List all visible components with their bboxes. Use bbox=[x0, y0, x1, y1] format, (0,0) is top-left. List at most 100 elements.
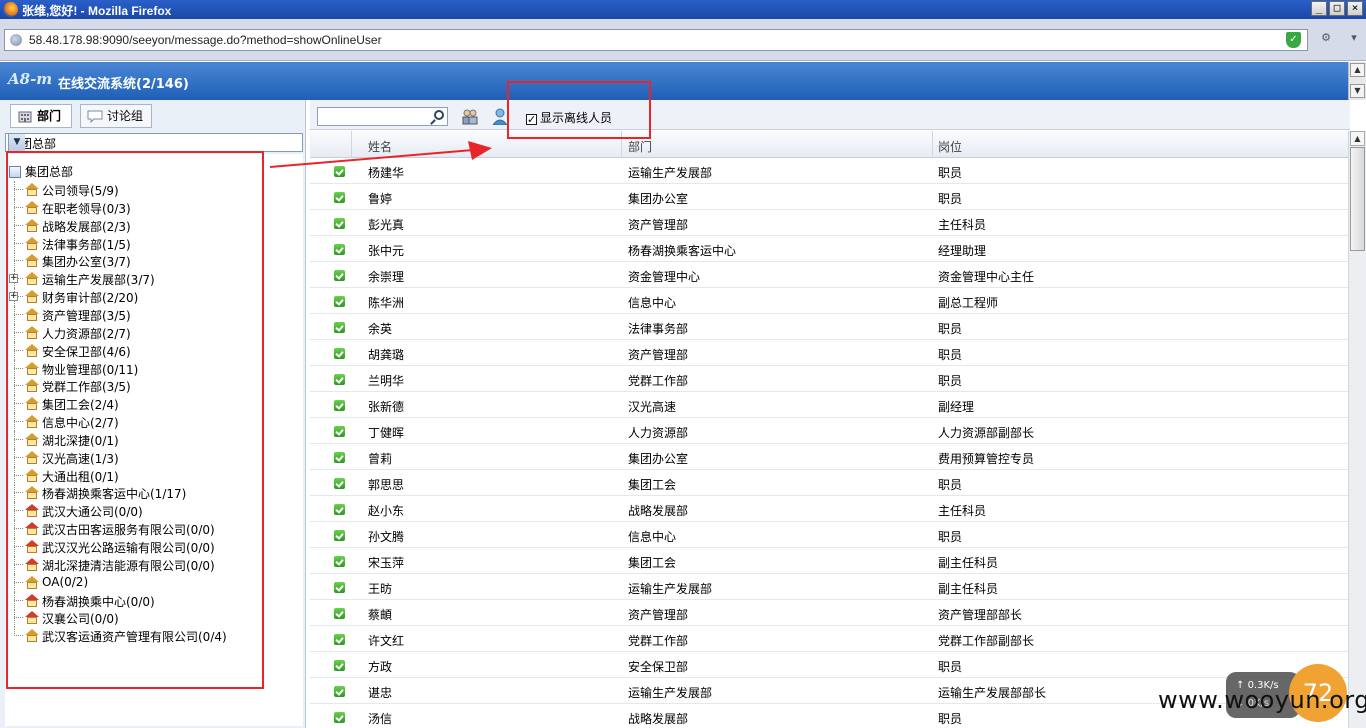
table-row[interactable]: 兰明华 党群工作部 职员 bbox=[310, 366, 1348, 392]
cell-position: 资产管理部部长 bbox=[938, 608, 1023, 622]
cell-name[interactable]: 王昉 bbox=[368, 580, 392, 597]
cell-position: 副总工程师 bbox=[938, 296, 999, 310]
table-row[interactable]: 郭思思 集团工会 职员 bbox=[310, 470, 1348, 496]
cell-department: 集团办公室 bbox=[628, 452, 689, 466]
online-status-icon bbox=[334, 296, 345, 307]
cell-name[interactable]: 丁健晖 bbox=[368, 424, 404, 441]
table-row[interactable]: 孙文腾 信息中心 职员 bbox=[310, 522, 1348, 548]
person-icon[interactable] bbox=[492, 108, 508, 125]
cell-department: 党群工作部 bbox=[628, 634, 689, 648]
online-status-icon bbox=[334, 374, 345, 385]
scroll-thumb[interactable] bbox=[1350, 147, 1365, 251]
cell-name[interactable]: 汤信 bbox=[368, 710, 392, 727]
online-status-icon bbox=[334, 608, 345, 619]
group-people-icon[interactable] bbox=[462, 108, 478, 125]
annotation-arrow bbox=[269, 141, 492, 168]
dropdown-arrow-icon[interactable]: ▾ bbox=[1346, 31, 1362, 47]
cell-department: 资产管理部 bbox=[628, 218, 689, 232]
cell-position: 职员 bbox=[938, 660, 963, 674]
cell-name[interactable]: 蔡頔 bbox=[368, 606, 392, 623]
cell-name[interactable]: 彭光真 bbox=[368, 216, 404, 233]
window-scrollbar[interactable]: ▲ ▼ bbox=[1348, 62, 1366, 100]
online-status-icon bbox=[334, 712, 345, 723]
cell-name[interactable]: 鲁婷 bbox=[368, 190, 392, 207]
tab-department-label: 部门 bbox=[37, 109, 62, 123]
table-row[interactable]: 张新德 汉光高速 副经理 bbox=[310, 392, 1348, 418]
table-row[interactable]: 宋玉萍 集团工会 副主任科员 bbox=[310, 548, 1348, 574]
window-title: 张维,您好! - Mozilla Firefox bbox=[22, 4, 172, 18]
online-status-icon bbox=[334, 478, 345, 489]
cell-department: 杨春湖换乘客运中心 bbox=[628, 244, 737, 258]
cell-department: 运输生产发展部 bbox=[628, 686, 713, 700]
cell-name[interactable]: 张中元 bbox=[368, 242, 404, 259]
cell-name[interactable]: 陈华洲 bbox=[368, 294, 404, 311]
tab-department[interactable]: 部门 bbox=[10, 104, 72, 128]
cell-department: 安全保卫部 bbox=[628, 660, 689, 674]
shield-icon[interactable]: ✓ bbox=[1286, 32, 1301, 48]
table-row[interactable]: 彭光真 资产管理部 主任科员 bbox=[310, 210, 1348, 236]
chevron-down-icon[interactable]: ▼ bbox=[8, 134, 25, 151]
cell-name[interactable]: 方政 bbox=[368, 658, 392, 675]
scroll-down-icon[interactable]: ▼ bbox=[1350, 84, 1365, 98]
right-panel: ✓ 显示离线人员 姓名 部门 岗位 杨建华 运输生产发展部 职员 鲁婷 集团办公室 职员 彭光… bbox=[310, 100, 1366, 728]
cell-name[interactable]: 谌忠 bbox=[368, 684, 392, 701]
close-button[interactable]: × bbox=[1347, 1, 1363, 16]
cell-department: 资产管理部 bbox=[628, 608, 689, 622]
cell-position: 费用预算管控专员 bbox=[938, 452, 1035, 466]
cell-name[interactable]: 胡龚璐 bbox=[368, 346, 404, 363]
cell-department: 汉光高速 bbox=[628, 400, 677, 414]
column-header-position[interactable]: 岗位 bbox=[938, 138, 962, 155]
online-status-icon bbox=[334, 348, 345, 359]
table-scrollbar[interactable]: ▲ bbox=[1348, 131, 1366, 728]
minimize-button[interactable]: _ bbox=[1311, 1, 1327, 16]
cell-name[interactable]: 郭思思 bbox=[368, 476, 404, 493]
department-select[interactable]: 集团总部 ▼ bbox=[5, 133, 303, 152]
cell-position: 职员 bbox=[938, 192, 963, 206]
annotation-checkbox-box bbox=[507, 81, 651, 139]
cell-department: 资产管理部 bbox=[628, 348, 689, 362]
cell-department: 信息中心 bbox=[628, 296, 677, 310]
table-row[interactable]: 赵小东 战略发展部 主任科员 bbox=[310, 496, 1348, 522]
cell-position: 运输生产发展部部长 bbox=[938, 686, 1047, 700]
table-row[interactable]: 丁健晖 人力资源部 人力资源部副部长 bbox=[310, 418, 1348, 444]
cell-name[interactable]: 余崇理 bbox=[368, 268, 404, 285]
cell-name[interactable]: 张新德 bbox=[368, 398, 404, 415]
cell-department: 法律事务部 bbox=[628, 322, 689, 336]
cell-name[interactable]: 余英 bbox=[368, 320, 392, 337]
cell-name[interactable]: 宋玉萍 bbox=[368, 554, 404, 571]
online-status-icon bbox=[334, 400, 345, 411]
cell-name[interactable]: 许文红 bbox=[368, 632, 404, 649]
table-row[interactable]: 曾莉 集团办公室 费用预算管控专员 bbox=[310, 444, 1348, 470]
scroll-up-icon[interactable]: ▲ bbox=[1350, 63, 1365, 77]
table-row[interactable]: 蔡頔 资产管理部 资产管理部部长 bbox=[310, 600, 1348, 626]
table-row[interactable]: 鲁婷 集团办公室 职员 bbox=[310, 184, 1348, 210]
cell-name[interactable]: 兰明华 bbox=[368, 372, 404, 389]
window-title-bar: 张维,您好! - Mozilla Firefox _ □ × bbox=[0, 0, 1366, 19]
cell-name[interactable]: 赵小东 bbox=[368, 502, 404, 519]
table-row[interactable]: 张中元 杨春湖换乘客运中心 经理助理 bbox=[310, 236, 1348, 262]
table-row[interactable]: 余崇理 资金管理中心 资金管理中心主任 bbox=[310, 262, 1348, 288]
table-row[interactable]: 许文红 党群工作部 党群工作部副部长 bbox=[310, 626, 1348, 652]
cell-position: 经理助理 bbox=[938, 244, 987, 258]
url-text: 58.48.178.98:9090/seeyon/message.do?meth… bbox=[29, 33, 382, 47]
maximize-button[interactable]: □ bbox=[1329, 1, 1345, 16]
online-status-icon bbox=[334, 530, 345, 541]
cell-name[interactable]: 曾莉 bbox=[368, 450, 392, 467]
building-icon bbox=[18, 111, 32, 123]
search-input[interactable] bbox=[317, 107, 448, 126]
cell-department: 集团工会 bbox=[628, 556, 677, 570]
table-row[interactable]: 余英 法律事务部 职员 bbox=[310, 314, 1348, 340]
addon-icon[interactable]: ⚙ bbox=[1318, 31, 1334, 47]
watermark: www.wooyun.org bbox=[1158, 686, 1366, 714]
table-row[interactable]: 胡龚璐 资产管理部 职员 bbox=[310, 340, 1348, 366]
online-status-icon bbox=[334, 270, 345, 281]
table-row[interactable]: 方政 安全保卫部 职员 bbox=[310, 652, 1348, 678]
tab-discussion-group[interactable]: 讨论组 bbox=[80, 104, 152, 128]
url-field[interactable]: 58.48.178.98:9090/seeyon/message.do?meth… bbox=[4, 29, 1308, 51]
search-icon[interactable] bbox=[434, 110, 444, 120]
table-row[interactable]: 王昉 运输生产发展部 副主任科员 bbox=[310, 574, 1348, 600]
column-header-department[interactable]: 部门 bbox=[628, 138, 652, 155]
table-row[interactable]: 陈华洲 信息中心 副总工程师 bbox=[310, 288, 1348, 314]
cell-name[interactable]: 孙文腾 bbox=[368, 528, 404, 545]
scroll-up-icon[interactable]: ▲ bbox=[1350, 131, 1365, 146]
